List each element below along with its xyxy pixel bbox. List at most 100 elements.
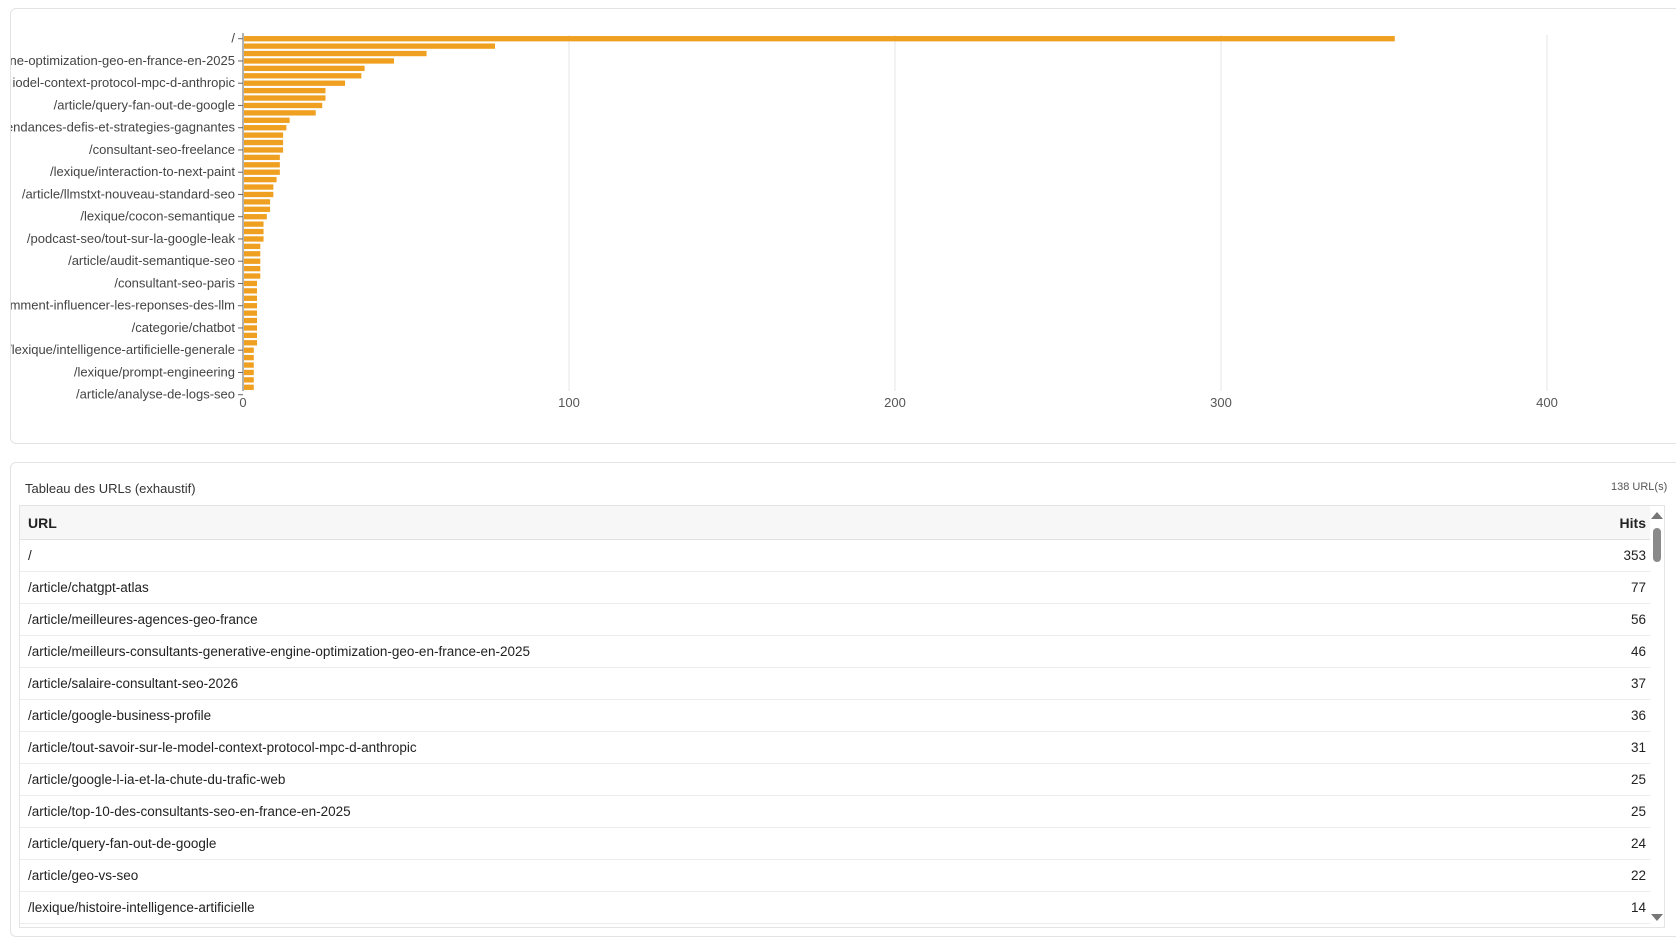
bar: [244, 58, 394, 64]
bar: [244, 132, 284, 138]
table-row[interactable]: /article/meilleures-agences-geo-france 56: [20, 604, 1656, 636]
bar: [244, 73, 362, 79]
url-cell: /article/meilleures-agences-geo-france: [28, 612, 258, 627]
table-row[interactable]: /article/geo-vs-seo 22: [20, 860, 1656, 892]
column-header-hits[interactable]: Hits: [1620, 515, 1646, 531]
table-row[interactable]: /article/salaire-consultant-seo-2026 37: [20, 668, 1656, 700]
url-cell: /: [28, 548, 32, 563]
x-tick-label: 300: [1210, 395, 1232, 410]
bar: [244, 303, 258, 309]
table-caption: Tableau des URLs (exhaustif): [25, 481, 196, 496]
bar: [244, 377, 254, 383]
category-label: tendances-defis-et-strategies-gagnantes: [11, 120, 235, 135]
table-row[interactable]: / 353: [20, 540, 1656, 572]
bar: [244, 43, 496, 49]
hits-cell: 46: [1630, 644, 1646, 659]
bar: [244, 176, 277, 183]
hits-cell: 25: [1630, 804, 1646, 819]
url-cell: /article/chatgpt-atlas: [28, 580, 149, 595]
bar: [244, 258, 261, 264]
table-row[interactable]: /article/chatgpt-atlas 77: [20, 572, 1656, 604]
bar: [244, 214, 267, 220]
bar: [244, 354, 254, 361]
category-label: /consultant-seo-freelance: [89, 142, 235, 157]
table-body: / 353 /article/chatgpt-atlas 77 /article/m…: [20, 540, 1656, 924]
bar: [244, 36, 1395, 42]
bar: [244, 162, 280, 168]
scroll-down-arrow-icon[interactable]: [1651, 914, 1663, 921]
hits-cell: 25: [1630, 772, 1646, 787]
bar: [244, 87, 326, 94]
bar: [244, 154, 280, 161]
bar: [244, 191, 274, 198]
category-label: /: [231, 31, 235, 46]
bar: [244, 125, 287, 131]
bar: [244, 199, 271, 205]
hits-cell: 37: [1630, 676, 1646, 691]
category-label: /podcast-seo/tout-sur-la-google-leak: [27, 231, 236, 246]
bar: [244, 80, 346, 86]
category-label: /article/llmstxt-nouveau-standard-seo: [22, 186, 235, 201]
bar: [244, 369, 254, 376]
hits-cell: 24: [1630, 836, 1646, 851]
bar: [244, 347, 254, 353]
url-cell: /article/top-10-des-consultants-seo-en-f…: [28, 804, 351, 819]
bar: [244, 310, 258, 316]
url-cell: /article/google-business-profile: [28, 708, 212, 723]
bar: [244, 273, 261, 279]
bar: [244, 251, 261, 257]
bar: [244, 95, 326, 101]
url-cell: /article/salaire-consultant-seo-2026: [28, 676, 239, 691]
bar: [244, 184, 274, 190]
category-label: /lexique/prompt-engineering: [74, 364, 235, 379]
hits-cell: 31: [1630, 740, 1646, 755]
url-count: 138 URL(s): [1611, 481, 1668, 493]
table-row[interactable]: /article/top-10-des-consultants-seo-en-f…: [20, 796, 1656, 828]
bar: [244, 340, 258, 346]
url-hits-bar-chart: 0 100 200 300 400 / ne-optimization-geo-en-fra…: [11, 31, 1558, 410]
category-label: /lexique/interaction-to-next-paint: [50, 164, 235, 179]
category-label: /lexique/cocon-semantique: [80, 209, 235, 224]
table-row[interactable]: /article/google-l-ia-et-la-chute-du-traf…: [20, 764, 1656, 796]
table-row[interactable]: /article/tout-savoir-sur-le-model-contex…: [20, 732, 1656, 764]
scrollbar-thumb[interactable]: [1653, 528, 1661, 562]
category-label: ne-optimization-geo-en-france-en-2025: [11, 53, 235, 68]
bar: [244, 147, 284, 153]
x-tick-label: 200: [884, 395, 906, 410]
hits-cell: 353: [1623, 548, 1646, 563]
bar: [244, 288, 258, 294]
table-row[interactable]: /article/query-fan-out-de-google 24: [20, 828, 1656, 860]
category-label: /categorie/chatbot: [132, 320, 236, 335]
category-label: /lexique/intelligence-artificielle-gener…: [11, 342, 235, 357]
bar: [244, 243, 261, 250]
chart-panel: 0 100 200 300 400 / ne-optimization-geo-en-fra…: [10, 8, 1676, 444]
hits-cell: 77: [1630, 580, 1646, 595]
bar: [244, 280, 258, 287]
bar: [244, 362, 254, 368]
table-row[interactable]: /article/meilleurs-consultants-generativ…: [20, 636, 1656, 668]
url-cell: /article/google-l-ia-et-la-chute-du-traf…: [28, 772, 286, 787]
x-tick-label: 0: [239, 395, 246, 410]
bar: [244, 221, 264, 227]
scroll-up-arrow-icon[interactable]: [1651, 512, 1663, 519]
table-row[interactable]: /article/google-business-profile 36: [20, 700, 1656, 732]
bar: [244, 236, 264, 242]
table-scrollbar[interactable]: [1650, 506, 1664, 927]
category-label: /consultant-seo-paris: [114, 275, 235, 290]
bar: [244, 50, 427, 57]
bar: [244, 169, 280, 175]
url-cell: /lexique/histoire-intelligence-artificie…: [28, 900, 255, 915]
url-table: URL Hits / 353 /article/chatgpt-atlas 77 /…: [19, 505, 1665, 928]
category-label: iodel-context-protocol-mpc-d-anthropic: [12, 75, 235, 90]
bar: [244, 117, 290, 123]
category-label: /article/query-fan-out-de-google: [54, 97, 235, 112]
category-label: /article/audit-semantique-seo: [68, 253, 235, 268]
bar: [244, 110, 316, 116]
hits-cell: 56: [1630, 612, 1646, 627]
url-cell: /article/meilleurs-consultants-generativ…: [28, 644, 531, 659]
table-row[interactable]: /lexique/histoire-intelligence-artificie…: [20, 892, 1656, 924]
x-tick-label: 400: [1536, 395, 1558, 410]
column-header-url[interactable]: URL: [28, 515, 57, 531]
x-tick-label: 100: [558, 395, 580, 410]
bar: [244, 332, 258, 339]
